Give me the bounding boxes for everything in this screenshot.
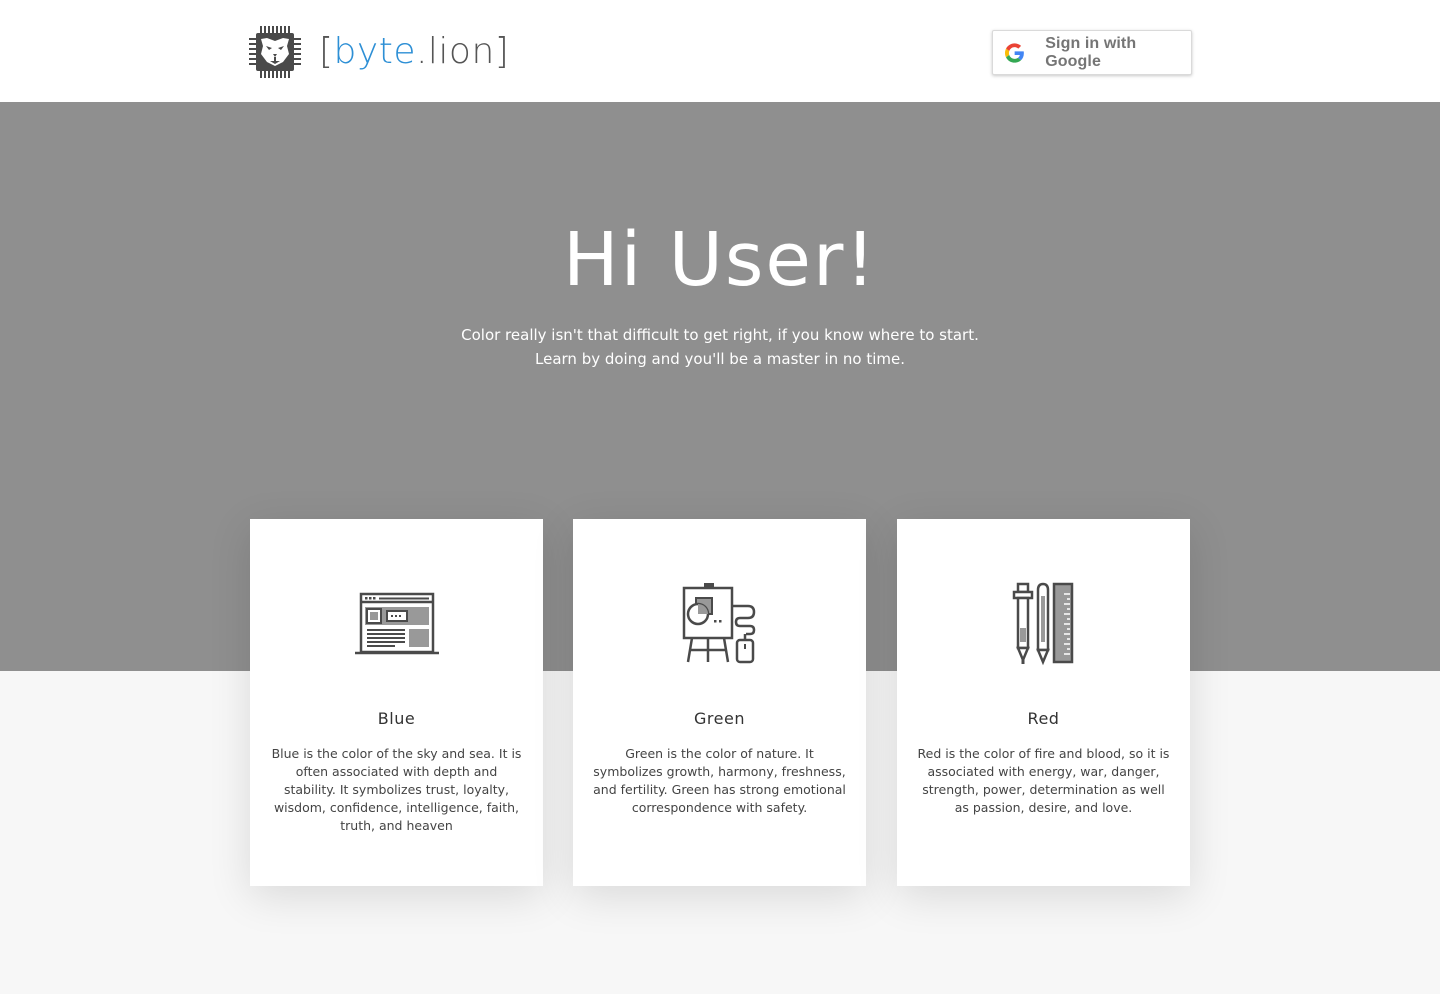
card-icon-wrap xyxy=(250,579,543,669)
card-blue: Blue Blue is the color of the sky and se… xyxy=(250,519,543,886)
hero-subtitle-line-1: Color really isn't that difficult to get… xyxy=(461,326,979,344)
card-title: Red xyxy=(1027,709,1060,728)
hero-subtitle: Color really isn't that difficult to get… xyxy=(0,323,1440,371)
card-green: Green Green is the color of nature. It s… xyxy=(573,519,866,886)
brand-bracket-close: ] xyxy=(494,31,510,72)
easel-presentation-icon xyxy=(682,583,755,664)
chip-lion-icon xyxy=(249,26,301,78)
card-red: Red Red is the color of fire and blood, … xyxy=(897,519,1190,886)
browser-layout-icon xyxy=(354,592,439,655)
brand-bracket-open: [ xyxy=(319,31,334,72)
brand-logo[interactable]: [byte.lion] xyxy=(247,24,509,80)
hero-subtitle-line-2: Learn by doing and you'll be a master in… xyxy=(535,350,905,368)
google-signin-label: Sign in with Google xyxy=(1045,34,1137,70)
google-signin-button[interactable]: Sign in with Google xyxy=(992,30,1192,75)
hero-title: Hi User! xyxy=(562,217,878,303)
card-title: Blue xyxy=(377,709,416,728)
brand-byte: byte xyxy=(333,31,416,72)
card-description: Blue is the color of the sky and sea. It… xyxy=(271,746,522,833)
google-icon xyxy=(1005,42,1024,63)
top-navbar: [byte.lion] Sign in with Google xyxy=(0,0,1440,102)
card-icon-wrap xyxy=(573,579,866,669)
brand-lion: .lion xyxy=(415,31,495,72)
card-title: Green xyxy=(694,709,745,728)
pens-ruler-icon xyxy=(1012,582,1073,666)
card-description: Green is the color of nature. It symboli… xyxy=(593,746,846,815)
card-icon-wrap xyxy=(897,579,1190,669)
brand-name: [byte.lion] xyxy=(319,34,509,70)
card-description: Red is the color of fire and blood, so i… xyxy=(917,746,1170,815)
